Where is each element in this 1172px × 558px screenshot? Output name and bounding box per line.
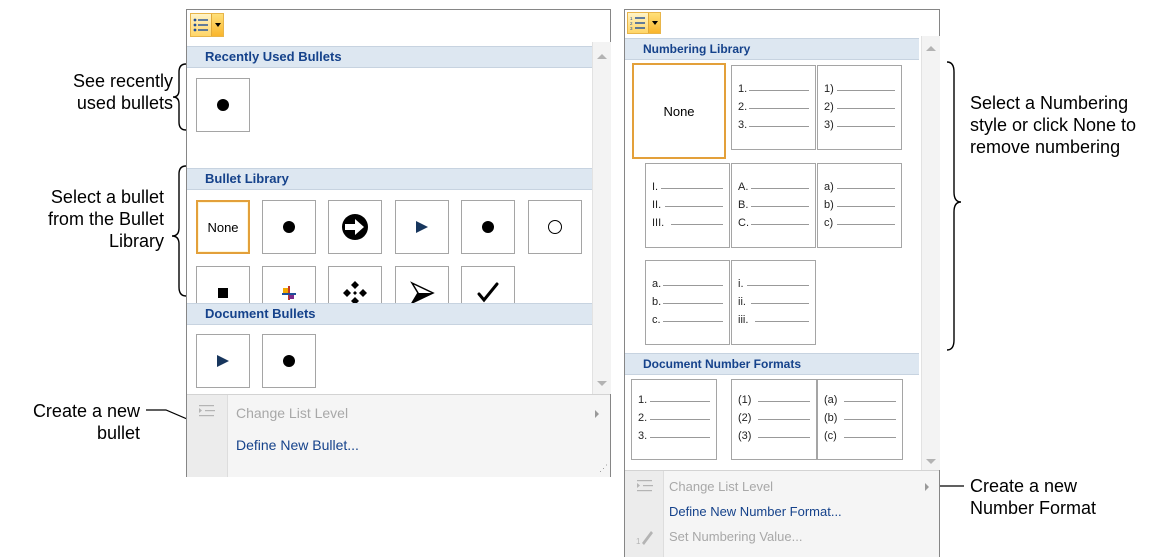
numbering-split-button[interactable]: 1 2 3 <box>627 12 661 34</box>
brace-numbering <box>946 61 962 351</box>
scroll-down-icon[interactable] <box>926 459 936 464</box>
bullet-option-doc-dot[interactable] <box>262 334 316 388</box>
resize-grip-icon[interactable]: ⋰ <box>599 463 608 474</box>
bullets-split-button[interactable] <box>190 13 224 37</box>
bullet-option-hollow-circle[interactable] <box>528 200 582 254</box>
bullet-option-dot[interactable] <box>262 200 316 254</box>
scroll-up-icon[interactable] <box>597 54 607 59</box>
bullet-dot-icon <box>217 99 229 111</box>
bullet-option-arrow-circle[interactable] <box>328 200 382 254</box>
checkmark-icon <box>477 282 499 303</box>
none-label: None <box>207 219 239 235</box>
brace-recent <box>172 63 187 131</box>
numbering-list-icon[interactable]: 1 2 3 <box>628 13 648 33</box>
menu-change-list-level[interactable]: Change List Level <box>236 405 348 421</box>
chevron-down-icon[interactable] <box>211 14 223 36</box>
bullet-dot-icon <box>482 221 494 233</box>
numbering-option-decimal[interactable]: 1. 2. 3. <box>731 65 816 150</box>
section-numbering-library: Numbering Library <box>625 38 919 60</box>
bullet-option-none[interactable]: None <box>196 200 250 254</box>
triangle-right-icon <box>217 355 229 367</box>
menu-define-new-bullet[interactable]: Define New Bullet... <box>236 437 359 453</box>
numbering-option-lower-alpha-paren[interactable]: a) b) c) <box>817 163 902 248</box>
brace-library <box>171 165 187 297</box>
numbering-toolbar <box>625 10 939 36</box>
bullet-option-recent-dot[interactable] <box>196 78 250 132</box>
numbering-option-lower-alpha[interactable]: a. b. c. <box>645 260 730 345</box>
annotation-numbering: Select a Numbering style or click None t… <box>970 93 1137 157</box>
submenu-arrow-icon <box>925 483 929 491</box>
bullets-panel: Recently Used Bullets Bullet Library Non… <box>186 9 611 477</box>
numbering-option-upper-alpha[interactable]: A. B. C. <box>731 163 816 248</box>
set-numbering-value-icon: 1 <box>636 531 653 546</box>
bullet-option-triangle[interactable] <box>395 200 449 254</box>
none-label: None <box>663 103 695 119</box>
svg-text:3: 3 <box>630 26 633 30</box>
change-list-level-icon <box>199 405 215 417</box>
submenu-arrow-icon <box>595 410 599 418</box>
numbering-menu: Change List Level Define New Number Form… <box>625 470 939 557</box>
bullets-menu: Change List Level Define New Bullet... ⋰ <box>187 394 610 477</box>
numbering-option-decimal-paren[interactable]: 1) 2) 3) <box>817 65 902 150</box>
menu-define-new-number-format[interactable]: Define New Number Format... <box>669 504 842 519</box>
bullet-option-dot-2[interactable] <box>461 200 515 254</box>
numbering-option-lower-roman[interactable]: i. ii. iii. <box>731 260 816 345</box>
scroll-up-icon[interactable] <box>926 46 936 51</box>
numbering-scrollbar[interactable] <box>921 36 940 470</box>
square-icon <box>218 288 228 298</box>
menu-change-list-level[interactable]: Change List Level <box>669 479 773 494</box>
numbering-option-none[interactable]: None <box>632 63 726 159</box>
bullet-option-doc-triangle[interactable] <box>196 334 250 388</box>
numbering-option-upper-roman[interactable]: I. II. III. <box>645 163 730 248</box>
section-document-number-formats: Document Number Formats <box>625 353 919 375</box>
color-cross-icon <box>282 286 296 300</box>
bullet-dot-icon <box>283 355 295 367</box>
menu-set-numbering-value[interactable]: Set Numbering Value... <box>669 529 802 544</box>
scroll-down-icon[interactable] <box>597 381 607 386</box>
bullets-scrollbar[interactable] <box>592 42 611 394</box>
triangle-right-icon <box>416 221 428 233</box>
bullets-toolbar <box>187 10 610 42</box>
section-bullet-library: Bullet Library <box>187 168 592 190</box>
section-recent-bullets: Recently Used Bullets <box>187 46 592 68</box>
svg-text:1: 1 <box>636 537 641 546</box>
numbering-option-doc-paren-alpha[interactable]: (a) (b) (c) <box>817 379 903 460</box>
change-list-level-icon <box>637 480 653 492</box>
chevron-down-icon[interactable] <box>648 13 660 33</box>
numbering-option-doc-paren-number[interactable]: (1) (2) (3) <box>731 379 817 460</box>
bullet-dot-icon <box>283 221 295 233</box>
numbering-panel: 1 2 3 Numbering Library None 1. 2. 3. 1)… <box>624 9 940 557</box>
bullets-list-icon[interactable] <box>191 14 211 36</box>
annotation-new-number-format: Create a new Number Format <box>970 476 1097 518</box>
numbering-option-doc-decimal[interactable]: 1. 2. 3. <box>631 379 717 460</box>
hollow-circle-icon <box>548 220 562 234</box>
arrow-circle-icon <box>342 214 368 240</box>
section-document-bullets: Document Bullets <box>187 303 592 325</box>
